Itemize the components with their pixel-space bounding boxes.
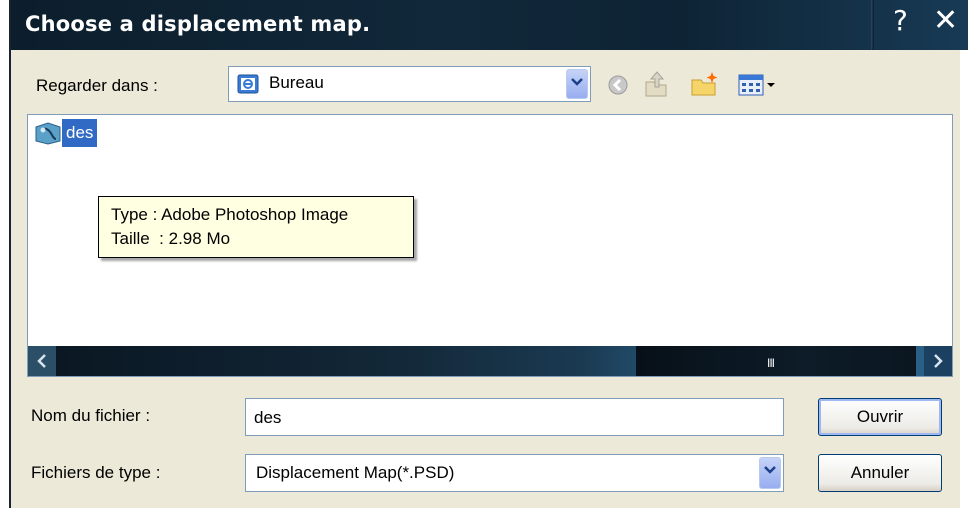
look-in-label: Regarder dans : xyxy=(36,76,158,95)
window-right-edge xyxy=(960,50,968,508)
help-button[interactable]: ? xyxy=(893,4,908,37)
new-folder-icon[interactable] xyxy=(690,70,720,103)
window-left-border xyxy=(9,0,11,508)
back-icon[interactable] xyxy=(607,74,629,101)
filename-value: des xyxy=(254,408,282,427)
filename-label: Nom du fichier : xyxy=(31,406,151,425)
file-info-tooltip: Type : Adobe Photoshop Image Taille : 2.… xyxy=(98,196,414,258)
filetype-value: Displacement Map(*.PSD) xyxy=(256,463,455,482)
open-button[interactable]: Ouvrir xyxy=(818,398,942,436)
filetype-dropdown-arrow[interactable] xyxy=(759,457,781,489)
file-open-dialog: Choose a displacement map. ? ✕ Regarder … xyxy=(0,0,968,508)
view-menu-icon[interactable] xyxy=(738,74,778,101)
filetype-dropdown[interactable]: Displacement Map(*.PSD) xyxy=(245,454,784,492)
file-list[interactable]: des Type : Adobe Photoshop Image Taille … xyxy=(27,114,953,377)
tooltip-size-line: Taille : 2.98 Mo xyxy=(111,229,231,248)
filetype-label: Fichiers de type : xyxy=(31,463,161,482)
title-bar[interactable]: Choose a displacement map. ? ✕ xyxy=(11,0,968,50)
scroll-left-button[interactable] xyxy=(28,346,56,376)
scrollbar-grip: III xyxy=(767,356,775,370)
photoshop-file-icon xyxy=(34,121,62,150)
window-title: Choose a displacement map. xyxy=(25,12,371,36)
title-bar-separator xyxy=(871,0,874,50)
window-left-edge xyxy=(0,0,9,508)
close-button[interactable]: ✕ xyxy=(933,3,958,38)
look-in-dropdown-arrow[interactable] xyxy=(566,69,588,99)
file-name: des xyxy=(62,119,98,147)
scrollbar-thumb[interactable]: III xyxy=(636,346,916,376)
look-in-dropdown[interactable]: Bureau xyxy=(228,66,591,102)
scroll-right-button[interactable] xyxy=(924,346,952,376)
look-in-value: Bureau xyxy=(269,73,324,92)
cancel-button[interactable]: Annuler xyxy=(818,454,942,492)
tooltip-type-line: Type : Adobe Photoshop Image xyxy=(111,205,349,224)
horizontal-scrollbar[interactable]: III xyxy=(28,346,952,376)
filename-input[interactable]: des xyxy=(245,398,784,436)
desktop-icon xyxy=(237,73,261,102)
up-folder-icon[interactable] xyxy=(643,70,669,103)
